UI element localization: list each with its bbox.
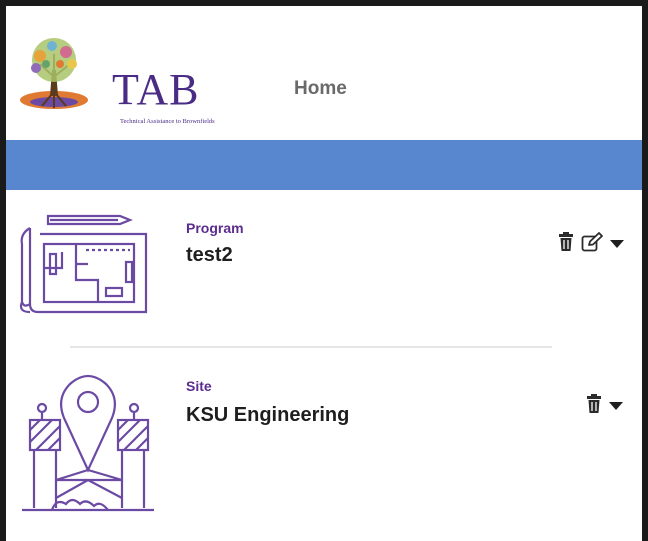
item-title[interactable]: test2 xyxy=(186,244,233,267)
nav-home-link[interactable]: Home xyxy=(294,78,347,100)
trash-icon[interactable] xyxy=(586,394,602,419)
item-type-label: Site xyxy=(186,378,212,394)
list-item-program[interactable]: Program test2 xyxy=(6,202,642,330)
divider xyxy=(70,346,552,348)
item-actions xyxy=(558,232,624,257)
tree-icon xyxy=(20,38,88,109)
trash-icon[interactable] xyxy=(558,232,574,257)
logo-text: TAB xyxy=(112,65,200,114)
caret-down-icon[interactable] xyxy=(609,398,623,416)
header: TAB Technical Assistance to Brownfields … xyxy=(6,6,642,136)
logo-subtext: Technical Assistance to Brownfields xyxy=(120,118,215,125)
tab-logo[interactable]: TAB Technical Assistance to Brownfields xyxy=(12,34,222,125)
blueprint-icon xyxy=(19,214,148,314)
item-title[interactable]: KSU Engineering xyxy=(186,404,349,427)
banner-bar xyxy=(6,140,642,190)
caret-down-icon[interactable] xyxy=(610,236,624,254)
item-actions xyxy=(586,394,623,419)
edit-icon[interactable] xyxy=(581,232,603,257)
list-item-site[interactable]: Site KSU Engineering xyxy=(6,356,642,516)
app-frame: TAB Technical Assistance to Brownfields … xyxy=(6,6,642,541)
site-location-icon xyxy=(22,374,154,512)
item-type-label: Program xyxy=(186,220,244,236)
